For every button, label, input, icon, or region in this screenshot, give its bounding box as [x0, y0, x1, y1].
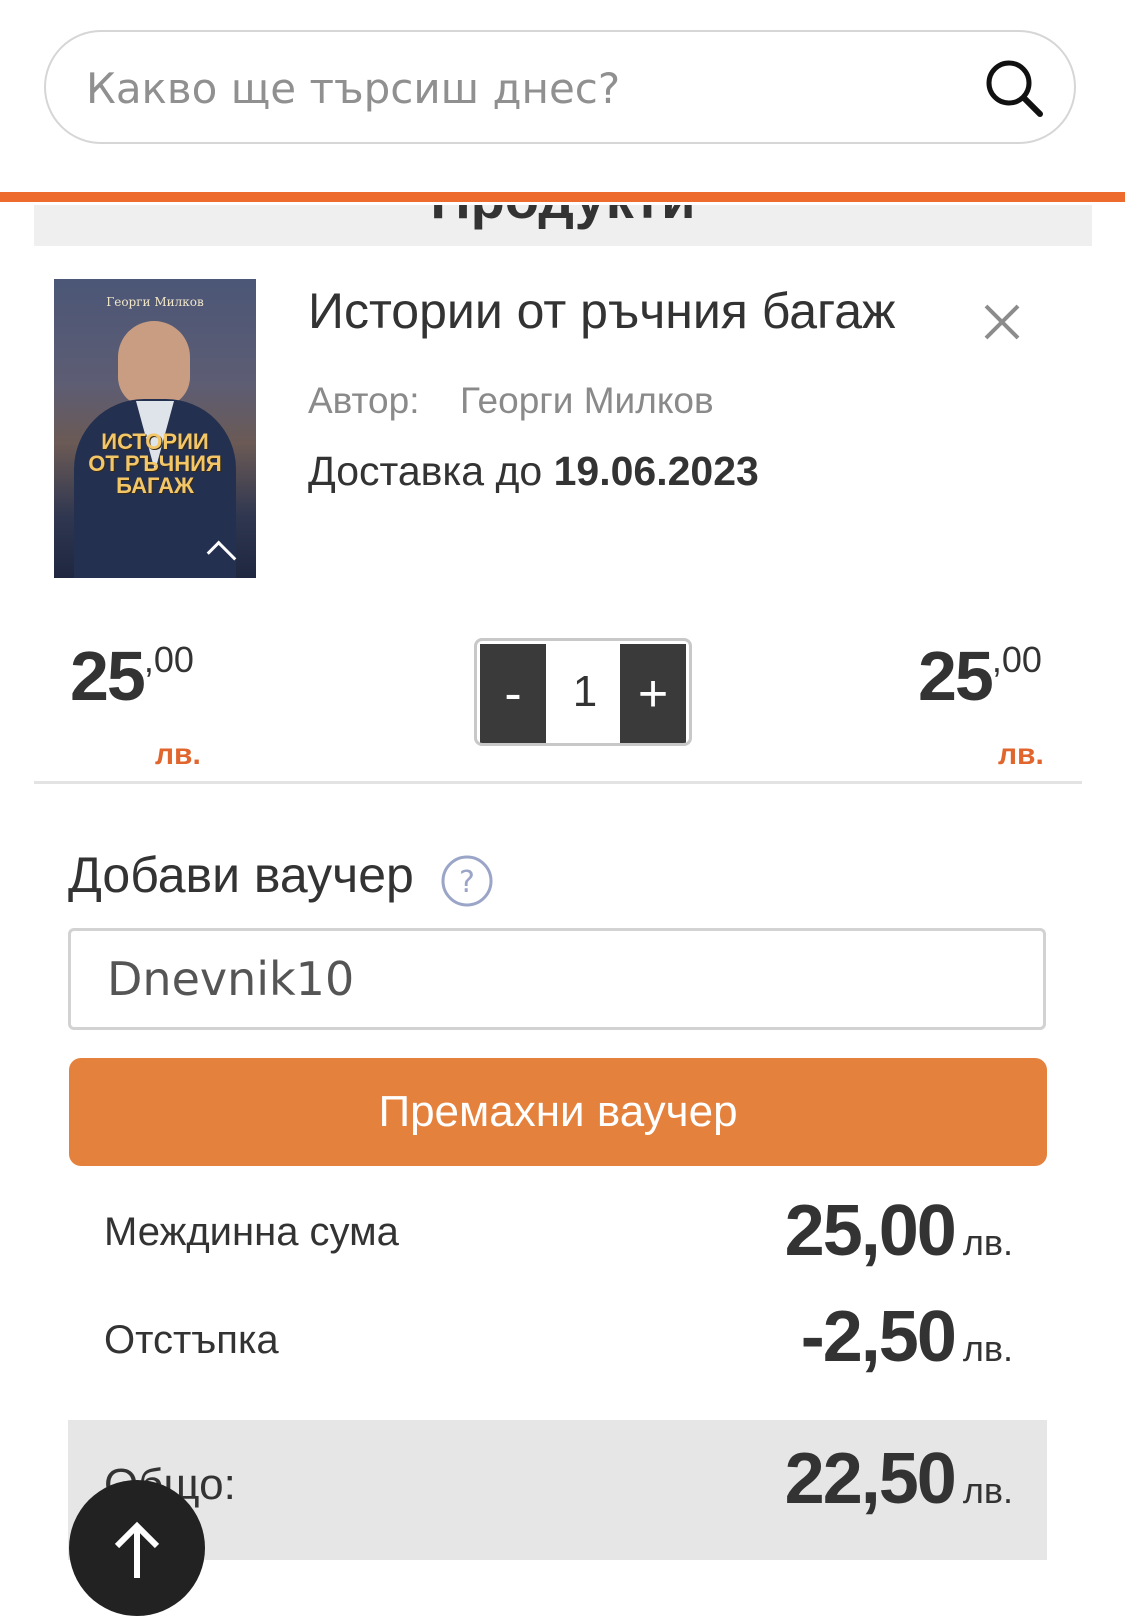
section-header: Продукти [34, 200, 1092, 246]
quantity-value[interactable]: 1 [549, 641, 621, 743]
discount-value: -2,50 лв. [800, 1297, 1013, 1377]
line-total-price: 25,00 [918, 637, 1042, 715]
search-input[interactable] [86, 58, 966, 118]
search-icon[interactable] [982, 56, 1046, 120]
search-bar[interactable] [44, 30, 1076, 144]
subtotal-label: Междинна сума [104, 1210, 399, 1254]
discount-label: Отстъпка [104, 1318, 279, 1362]
cover-portrait-head [118, 321, 190, 407]
cover-author: Георги Милков [106, 295, 204, 309]
line-total-currency: лв. [998, 738, 1044, 771]
quantity-stepper[interactable]: - 1 + [474, 638, 692, 746]
delivery-label: Доставка до [308, 448, 543, 494]
product-title[interactable]: Истории от ръчния багаж [308, 282, 895, 340]
delivery-info: Доставка до 19.06.2023 [308, 448, 759, 495]
voucher-title: Добави ваучер [68, 847, 414, 903]
svg-text:?: ? [459, 865, 475, 900]
author-label: Автор: [308, 380, 420, 421]
divider [34, 781, 1082, 784]
unit-price: 25,00 [70, 637, 194, 715]
total-value: 22,50 лв. [784, 1439, 1013, 1519]
delivery-date: 19.06.2023 [553, 448, 759, 494]
quantity-decrease-button[interactable]: - [480, 644, 546, 743]
remove-item-close-icon[interactable] [980, 300, 1024, 344]
unit-price-currency: лв. [155, 738, 201, 771]
voucher-code-input[interactable] [68, 928, 1046, 1030]
remove-voucher-button[interactable]: Премахни ваучер [69, 1058, 1047, 1166]
cover-title: ИСТОРИИ ОТ РЪЧНИЯ БАГАЖ [88, 429, 222, 498]
scroll-to-top-button[interactable] [69, 1480, 205, 1616]
subtotal-value: 25,00 лв. [784, 1191, 1013, 1271]
help-icon[interactable]: ? [440, 854, 494, 908]
quantity-increase-button[interactable]: + [620, 644, 686, 743]
book-cover-image[interactable]: Георги Милков ИСТОРИИ ОТ РЪЧНИЯ БАГАЖ [54, 279, 256, 578]
header [0, 0, 1125, 205]
arrow-up-icon [114, 1521, 160, 1578]
header-accent-bar [0, 192, 1125, 202]
author-name[interactable]: Георги Милков [460, 380, 714, 422]
